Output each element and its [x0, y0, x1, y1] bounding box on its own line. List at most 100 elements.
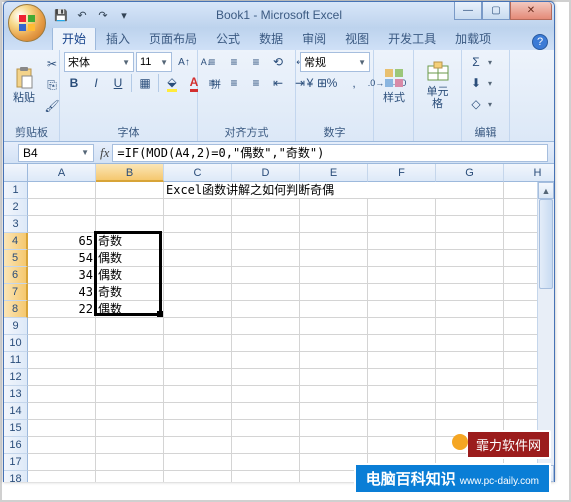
col-header-A[interactable]: A	[28, 164, 96, 182]
cell-G2[interactable]	[436, 199, 504, 216]
cell-G12[interactable]	[436, 369, 504, 386]
bold-button[interactable]: B	[64, 73, 84, 93]
cell-A2[interactable]	[28, 199, 96, 216]
cell-A7[interactable]: 43	[28, 284, 96, 301]
cell-B16[interactable]	[96, 437, 164, 454]
tab-data[interactable]: 数据	[250, 27, 292, 50]
cell-E13[interactable]	[300, 386, 368, 403]
cell-G3[interactable]	[436, 216, 504, 233]
row-header-9[interactable]: 9	[4, 318, 28, 335]
cell-F7[interactable]	[368, 284, 436, 301]
cell-B11[interactable]	[96, 352, 164, 369]
cells-button[interactable]: 单元格	[418, 52, 457, 118]
cell-C5[interactable]	[164, 250, 232, 267]
row-header-1[interactable]: 1	[4, 182, 28, 199]
col-header-B[interactable]: B	[96, 164, 164, 182]
currency-icon[interactable]: ¥	[300, 73, 320, 93]
row-header-10[interactable]: 10	[4, 335, 28, 352]
format-painter-icon[interactable]: 🖌	[42, 96, 62, 116]
cell-E8[interactable]	[300, 301, 368, 318]
cell-G13[interactable]	[436, 386, 504, 403]
cell-C2[interactable]	[164, 199, 232, 216]
cell-E3[interactable]	[300, 216, 368, 233]
qat-more-icon[interactable]: ▾	[115, 6, 133, 24]
col-header-H[interactable]: H	[504, 164, 554, 182]
row-header-15[interactable]: 15	[4, 420, 28, 437]
clear-icon[interactable]: ◇	[466, 94, 486, 114]
cell-C16[interactable]	[164, 437, 232, 454]
orientation-icon[interactable]: ⟲	[268, 52, 288, 72]
tab-view[interactable]: 视图	[336, 27, 378, 50]
minimize-button[interactable]: —	[454, 2, 482, 20]
office-button[interactable]	[8, 4, 46, 42]
help-icon[interactable]: ?	[532, 34, 548, 50]
cell-F12[interactable]	[368, 369, 436, 386]
cell-A8[interactable]: 22	[28, 301, 96, 318]
cell-D4[interactable]	[232, 233, 300, 250]
cell-F6[interactable]	[368, 267, 436, 284]
cell-B13[interactable]	[96, 386, 164, 403]
cell-G4[interactable]	[436, 233, 504, 250]
tab-page-layout[interactable]: 页面布局	[140, 27, 206, 50]
cell-A16[interactable]	[28, 437, 96, 454]
cell-B1[interactable]	[96, 182, 164, 199]
cell-E9[interactable]	[300, 318, 368, 335]
row-header-8[interactable]: 8	[4, 301, 28, 318]
cell-E7[interactable]	[300, 284, 368, 301]
grow-font-icon[interactable]: A↑	[174, 52, 194, 72]
cell-B8[interactable]: 偶数	[96, 301, 164, 318]
cell-F14[interactable]	[368, 403, 436, 420]
font-name-combo[interactable]: 宋体▼	[64, 52, 134, 72]
cell-B2[interactable]	[96, 199, 164, 216]
col-header-G[interactable]: G	[436, 164, 504, 182]
cell-G9[interactable]	[436, 318, 504, 335]
fx-icon[interactable]: fx	[100, 145, 109, 161]
cell-F3[interactable]	[368, 216, 436, 233]
cell-E4[interactable]	[300, 233, 368, 250]
percent-icon[interactable]: %	[322, 73, 342, 93]
fill-icon[interactable]: ⬇	[466, 73, 486, 93]
formula-bar[interactable]: =IF(MOD(A4,2)=0,"偶数","奇数")	[112, 144, 548, 162]
cell-D13[interactable]	[232, 386, 300, 403]
cell-F13[interactable]	[368, 386, 436, 403]
cell-B15[interactable]	[96, 420, 164, 437]
autosum-icon[interactable]: Σ	[466, 52, 486, 72]
cell-D6[interactable]	[232, 267, 300, 284]
align-left-icon[interactable]: ≡	[202, 73, 222, 93]
border-icon[interactable]: ▦	[135, 73, 155, 93]
cell-F2[interactable]	[368, 199, 436, 216]
align-center-icon[interactable]: ≡	[224, 73, 244, 93]
cell-C1[interactable]: Excel函数讲解之如何判断奇偶	[164, 182, 504, 199]
cell-F10[interactable]	[368, 335, 436, 352]
font-size-combo[interactable]: 11▼	[136, 52, 172, 72]
row-header-11[interactable]: 11	[4, 352, 28, 369]
cell-E10[interactable]	[300, 335, 368, 352]
cell-C15[interactable]	[164, 420, 232, 437]
cell-G8[interactable]	[436, 301, 504, 318]
italic-button[interactable]: I	[86, 73, 106, 93]
row-header-18[interactable]: 18	[4, 471, 28, 482]
cell-E11[interactable]	[300, 352, 368, 369]
cell-B10[interactable]	[96, 335, 164, 352]
cell-C13[interactable]	[164, 386, 232, 403]
col-header-E[interactable]: E	[300, 164, 368, 182]
cell-D11[interactable]	[232, 352, 300, 369]
maximize-button[interactable]: ▢	[482, 2, 510, 20]
row-header-14[interactable]: 14	[4, 403, 28, 420]
cell-F4[interactable]	[368, 233, 436, 250]
comma-icon[interactable]: ,	[344, 73, 364, 93]
cell-D8[interactable]	[232, 301, 300, 318]
col-header-C[interactable]: C	[164, 164, 232, 182]
cell-C11[interactable]	[164, 352, 232, 369]
name-box[interactable]: B4▼	[18, 144, 94, 162]
underline-button[interactable]: U	[108, 73, 128, 93]
cell-B14[interactable]	[96, 403, 164, 420]
col-header-D[interactable]: D	[232, 164, 300, 182]
cell-F11[interactable]	[368, 352, 436, 369]
scroll-thumb[interactable]	[539, 199, 553, 289]
cell-G10[interactable]	[436, 335, 504, 352]
cell-C9[interactable]	[164, 318, 232, 335]
cell-A5[interactable]: 54	[28, 250, 96, 267]
cell-C17[interactable]	[164, 454, 232, 471]
row-header-6[interactable]: 6	[4, 267, 28, 284]
